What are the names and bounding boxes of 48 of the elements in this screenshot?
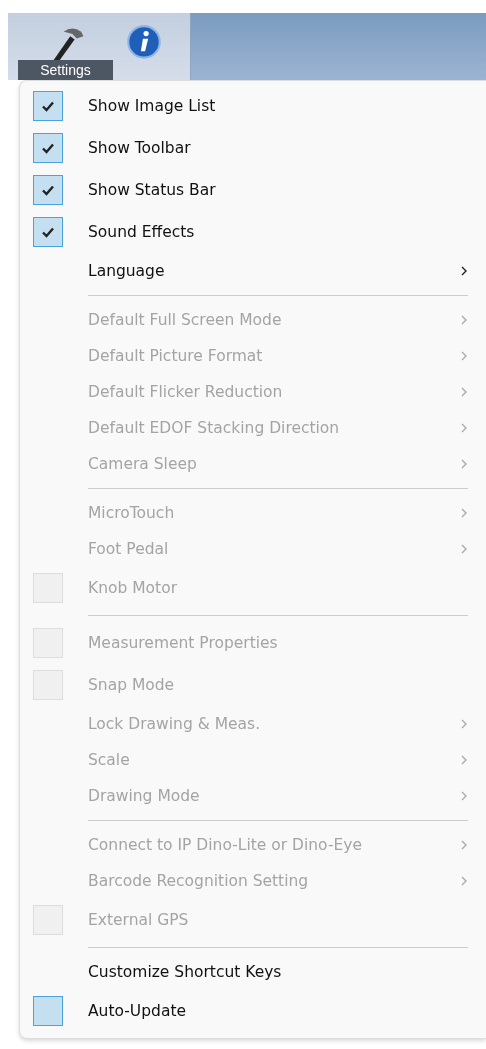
menu-label: Default Picture Format xyxy=(88,347,264,365)
checkbox[interactable] xyxy=(33,996,63,1026)
menu-label: Show Image List xyxy=(88,97,217,115)
menu-label: External GPS xyxy=(88,911,190,929)
menu-item[interactable]: Customize Shortcut Keys xyxy=(20,954,486,990)
menu-label: Knob Motor xyxy=(88,579,179,597)
menu-label: Measurement Properties xyxy=(88,634,279,652)
checkbox[interactable] xyxy=(33,133,63,163)
menu-label: Lock Drawing & Meas. xyxy=(88,715,262,733)
menu-label: Default Flicker Reduction xyxy=(88,383,284,401)
menu-item[interactable]: Sound Effects xyxy=(20,211,486,253)
chevron-icon xyxy=(460,386,468,398)
chevron-icon xyxy=(460,422,468,434)
chevron-icon xyxy=(460,718,468,730)
menu-label: Connect to IP Dino-Lite or Dino-Eye xyxy=(88,836,363,854)
checkbox[interactable] xyxy=(33,91,63,121)
chevron-icon xyxy=(460,875,468,887)
menu-item[interactable]: Show Image List xyxy=(20,85,486,127)
chevron-icon xyxy=(460,458,468,470)
menu-label: Foot Pedal xyxy=(88,540,170,558)
chevron-icon xyxy=(460,543,468,555)
chevron-icon xyxy=(460,507,468,519)
checkbox[interactable] xyxy=(33,217,63,247)
chevron-icon xyxy=(460,314,468,326)
chevron-icon xyxy=(460,350,468,362)
menu-label: Auto-Update xyxy=(88,1002,187,1020)
menu-label: MicroTouch xyxy=(88,504,176,522)
menu-label: Scale xyxy=(88,751,131,769)
menu-label: Show Status Bar xyxy=(88,181,217,199)
menu-label: Customize Shortcut Keys xyxy=(88,963,283,981)
menu-item[interactable]: Show Toolbar xyxy=(20,127,486,169)
menu-label: Snap Mode xyxy=(88,676,176,694)
menu-label: Language xyxy=(88,262,166,280)
menu-label: Default EDOF Stacking Direction xyxy=(88,419,341,437)
chevron-icon xyxy=(460,790,468,802)
menu-item[interactable]: Language xyxy=(20,253,486,289)
menu-item[interactable]: Auto-Update xyxy=(20,990,486,1032)
menu-label: Camera Sleep xyxy=(88,455,198,473)
menu-label: Show Toolbar xyxy=(88,139,192,157)
menu-label: Drawing Mode xyxy=(88,787,201,805)
menu-item[interactable]: Show Status Bar xyxy=(20,169,486,211)
menu-label: Barcode Recognition Setting xyxy=(88,872,310,890)
chevron-icon xyxy=(460,265,468,277)
chevron-icon xyxy=(460,839,468,851)
chevron-icon xyxy=(460,754,468,766)
checkbox[interactable] xyxy=(33,175,63,205)
menu-label: Default Full Screen Mode xyxy=(88,311,283,329)
menu-label: Sound Effects xyxy=(88,223,196,241)
